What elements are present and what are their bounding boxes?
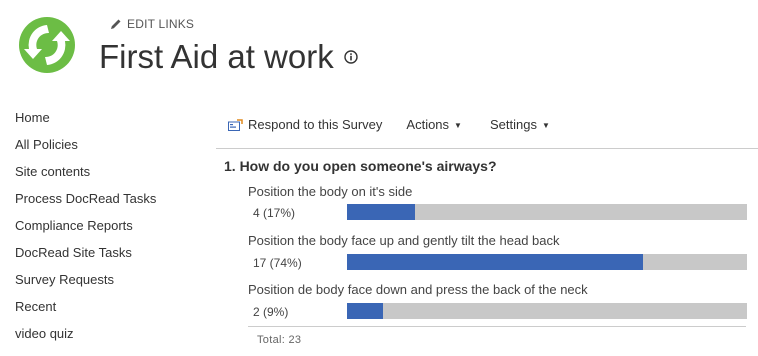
answer-bar-fill xyxy=(347,254,643,270)
site-title-text: First Aid at work xyxy=(99,38,334,75)
actions-label: Actions xyxy=(406,117,450,132)
settings-menu[interactable]: Settings ▼ xyxy=(490,117,550,132)
settings-label: Settings xyxy=(489,117,537,132)
nav-item-process-docread-tasks[interactable]: Process DocRead Tasks xyxy=(15,189,156,216)
page-title: First Aid at work xyxy=(99,38,358,76)
pencil-icon xyxy=(111,19,121,29)
survey-response-icon xyxy=(228,118,243,131)
nav-item-all-policies[interactable]: All Policies xyxy=(15,135,156,162)
toolbar-divider xyxy=(216,148,758,149)
respond-to-survey-button[interactable]: Respond to this Survey xyxy=(228,117,382,132)
respond-label: Respond to this Survey xyxy=(248,117,383,132)
actions-menu[interactable]: Actions ▼ xyxy=(406,117,462,132)
answer-label: Position the body face up and gently til… xyxy=(248,233,560,248)
answer-label: Position the body on it's side xyxy=(248,184,413,199)
nav-item-survey-requests[interactable]: Survey Requests xyxy=(15,270,156,297)
answer-bar-fill xyxy=(347,303,383,319)
site-logo[interactable] xyxy=(18,16,76,74)
nav-item-video-quiz[interactable]: video quiz xyxy=(15,324,156,351)
nav-item-recent[interactable]: Recent xyxy=(15,297,156,324)
results-divider xyxy=(248,326,746,327)
nav-item-compliance-reports[interactable]: Compliance Reports xyxy=(15,216,156,243)
caret-down-icon: ▼ xyxy=(454,121,462,130)
answer-count: 2 (9%) xyxy=(253,305,289,319)
total-responses: Total: 23 xyxy=(257,334,302,346)
answer-bar-track xyxy=(347,303,747,319)
nav-item-docread-site-tasks[interactable]: DocRead Site Tasks xyxy=(15,243,156,270)
edit-links-label: EDIT LINKS xyxy=(127,17,195,31)
answer-count: 4 (17%) xyxy=(253,206,296,220)
nav-item-site-contents[interactable]: Site contents xyxy=(15,162,156,189)
answer-bar-track xyxy=(347,204,747,220)
caret-down-icon: ▼ xyxy=(541,121,550,130)
info-icon[interactable] xyxy=(344,50,358,64)
answer-bar-fill xyxy=(347,204,415,220)
nav-item-home[interactable]: Home xyxy=(15,108,156,135)
quick-launch-nav: Home All Policies Site contents Process … xyxy=(15,108,156,351)
survey-toolbar: Respond to this Survey Actions ▼ Setting… xyxy=(228,117,550,132)
answer-count: 17 (74%) xyxy=(253,256,302,270)
edit-links-button[interactable]: EDIT LINKS xyxy=(110,17,194,31)
answer-label: Position de body face down and press the… xyxy=(248,282,588,297)
survey-question: 1. How do you open someone's airways? xyxy=(224,158,497,174)
answer-bar-track xyxy=(347,254,747,270)
